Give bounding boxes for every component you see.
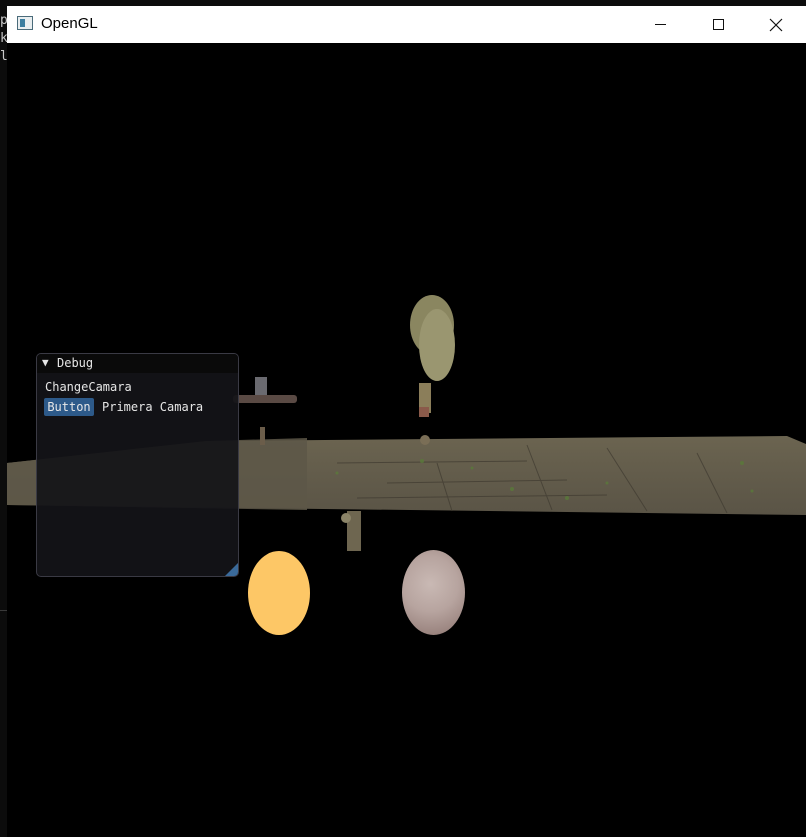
close-button[interactable]	[747, 6, 805, 43]
opengl-window: OpenGL ▼ Debug ChangeCamara Button Prime…	[7, 6, 806, 837]
debug-panel[interactable]: ▼ Debug ChangeCamara Button Primera Cama…	[36, 353, 239, 577]
window-title: OpenGL	[41, 15, 98, 32]
sun-sphere	[248, 551, 310, 635]
change-camera-button[interactable]: Button	[44, 398, 94, 416]
title-bar[interactable]: OpenGL	[7, 6, 806, 43]
current-camera-label: Primera Camara	[102, 400, 204, 414]
maximize-icon	[712, 19, 724, 30]
resize-grip-icon[interactable]	[225, 563, 238, 576]
maximize-button[interactable]	[689, 6, 747, 43]
triangle-down-icon[interactable]: ▼	[42, 356, 49, 369]
close-icon	[769, 18, 783, 31]
debug-title-bar[interactable]: ▼ Debug	[37, 354, 238, 373]
minimize-button[interactable]	[631, 6, 689, 43]
debug-title: Debug	[57, 356, 94, 370]
minimize-icon	[654, 24, 666, 25]
app-icon	[17, 16, 33, 30]
stone-sphere	[402, 550, 465, 635]
change-camera-label: ChangeCamara	[45, 380, 132, 394]
render-viewport[interactable]: ▼ Debug ChangeCamara Button Primera Cama…	[7, 43, 806, 837]
